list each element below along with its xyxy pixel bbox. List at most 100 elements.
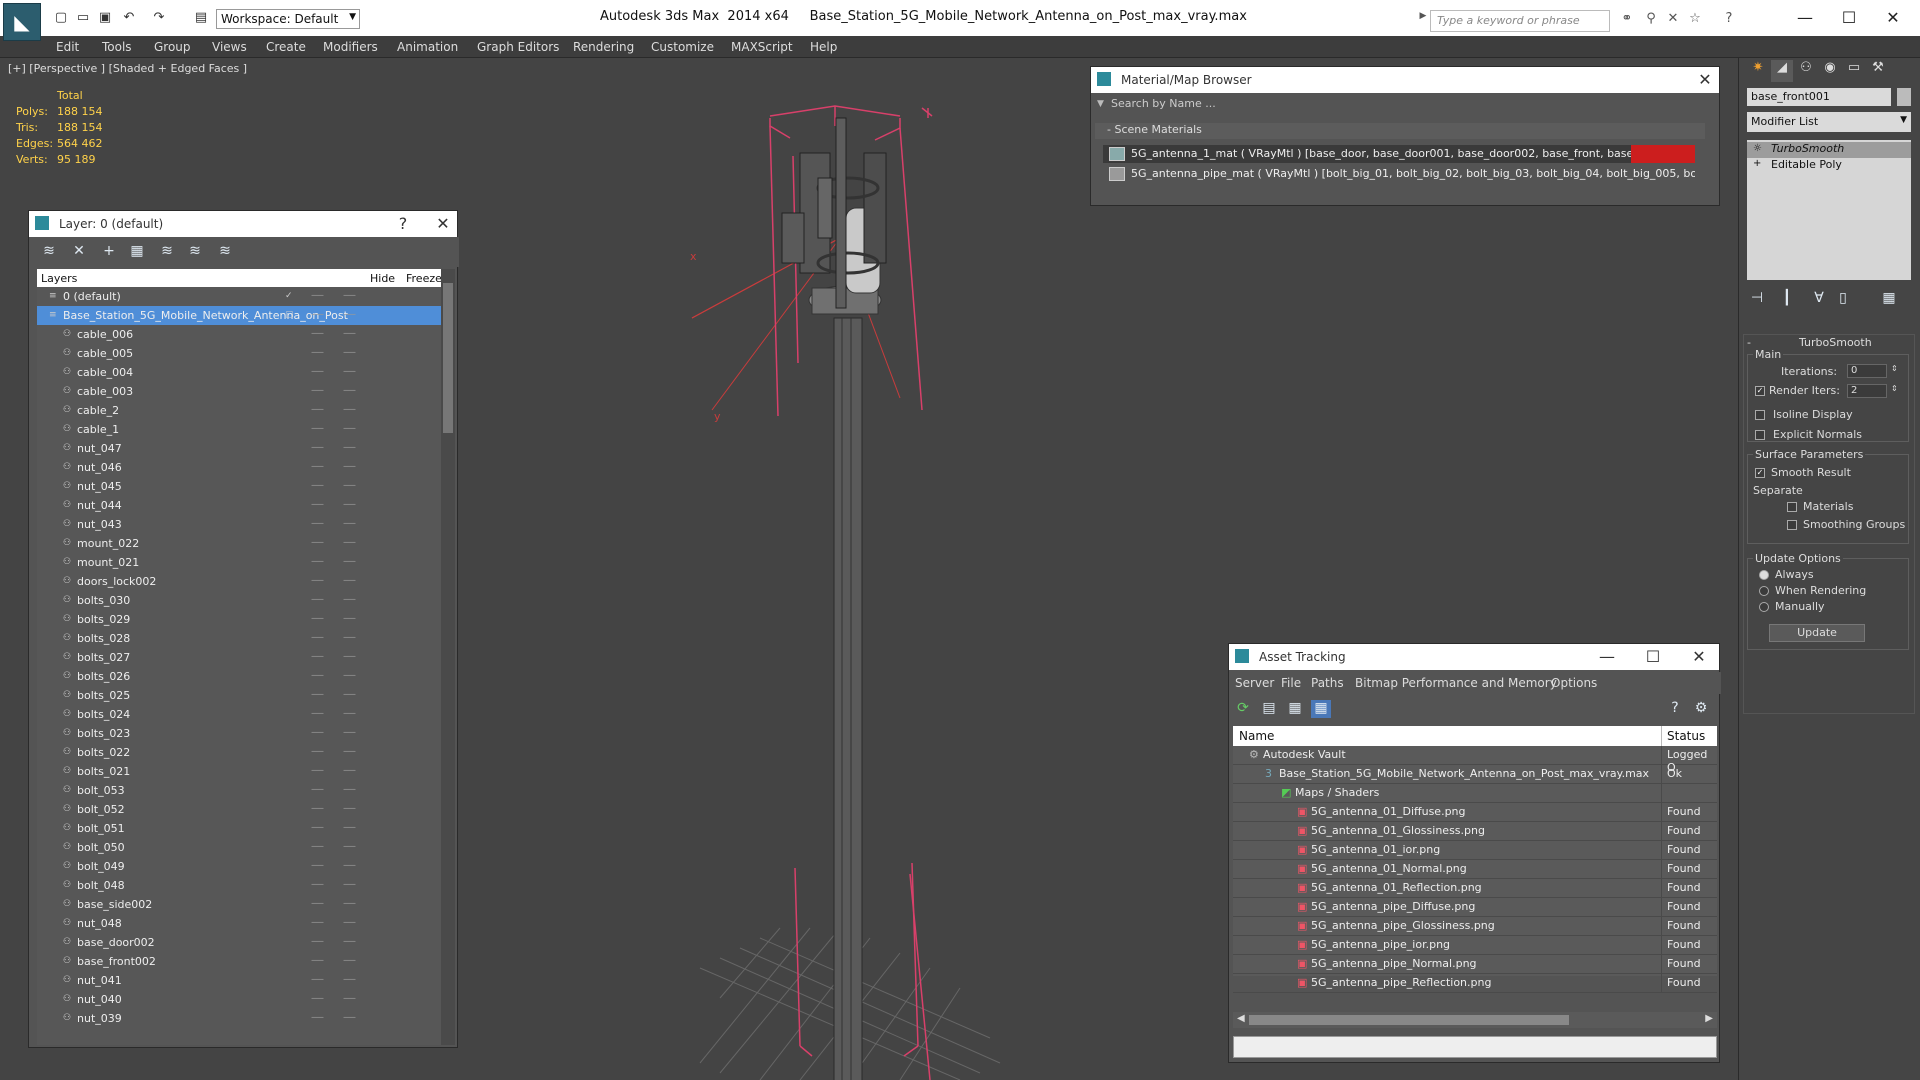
expand-icon[interactable]: + (1753, 158, 1761, 169)
create-layer-icon[interactable]: ≋ (39, 243, 59, 261)
hide-toggle[interactable]: ––– (311, 518, 324, 529)
menu-animation[interactable]: Animation (397, 40, 458, 54)
layer-row[interactable]: ⚇ bolts_024 ––– ––– (37, 705, 441, 724)
menu-customize[interactable]: Customize (651, 40, 714, 54)
menu-edit[interactable]: Edit (56, 40, 79, 54)
close-icon[interactable]: ✕ (1695, 70, 1715, 90)
add-to-layer-icon[interactable]: + (99, 243, 119, 261)
menu-file[interactable]: File (1281, 676, 1301, 690)
minimize-window-icon[interactable]: — (1782, 4, 1828, 32)
hide-toggle[interactable]: ––– (311, 727, 324, 738)
layer-row[interactable]: ⚇ base_door002 ––– ––– (37, 933, 441, 952)
layer-row[interactable]: ⚇ nut_045 ––– ––– (37, 477, 441, 496)
hide-all-layers-icon[interactable]: ≋ (185, 243, 205, 261)
asset-tracking-titlebar[interactable]: Asset Tracking — ☐ ✕ (1229, 644, 1719, 670)
set-current-layer-icon[interactable]: ▢ (285, 310, 295, 320)
undo-icon[interactable]: ↶ (120, 9, 138, 27)
hide-toggle[interactable]: ––– (311, 613, 324, 624)
asset-row[interactable]: ▣ 5G_antenna_pipe_ior.png Found (1233, 936, 1717, 955)
hide-toggle[interactable]: ––– (311, 841, 324, 852)
layer-row[interactable]: ⚇ bolts_030 ––– ––– (37, 591, 441, 610)
freeze-toggle[interactable]: ––– (343, 860, 356, 871)
hide-toggle[interactable]: ––– (311, 594, 324, 605)
freeze-toggle[interactable]: ––– (343, 594, 356, 605)
hide-toggle[interactable]: ––– (311, 290, 324, 301)
freeze-toggle[interactable]: ––– (343, 784, 356, 795)
asset-path-field[interactable] (1233, 1036, 1717, 1058)
hide-toggle[interactable]: ––– (311, 860, 324, 871)
layer-row[interactable]: ⚇ mount_021 ––– ––– (37, 553, 441, 572)
freeze-toggle[interactable]: ––– (343, 556, 356, 567)
freeze-toggle[interactable]: ––– (343, 385, 356, 396)
hide-toggle[interactable]: ––– (311, 556, 324, 567)
freeze-toggle[interactable]: ––– (343, 366, 356, 377)
open-file-icon[interactable]: ▭ (74, 9, 92, 27)
freeze-toggle[interactable]: ––– (343, 309, 356, 320)
delete-layer-icon[interactable]: ✕ (69, 243, 89, 261)
asset-row[interactable]: ▣ 5G_antenna_pipe_Glossiness.png Found (1233, 917, 1717, 936)
freeze-toggle[interactable]: ––– (343, 803, 356, 814)
collapse-icon[interactable]: - (1747, 336, 1751, 349)
spinner-arrows-icon[interactable]: ⇕ (1891, 384, 1898, 393)
freeze-toggle[interactable]: ––– (343, 841, 356, 852)
show-end-result-icon[interactable]: ┃ (1777, 290, 1797, 308)
hide-toggle[interactable]: ––– (311, 461, 324, 472)
freeze-toggle[interactable]: ––– (343, 917, 356, 928)
browser-options-icon[interactable]: ▼ (1097, 99, 1104, 109)
layer-row[interactable]: ⚇ bolts_022 ––– ––– (37, 743, 441, 762)
explicit-normals-checkbox[interactable] (1755, 430, 1765, 440)
binoculars-icon[interactable]: ⚭ (1618, 11, 1636, 29)
hide-toggle[interactable]: ––– (311, 651, 324, 662)
freeze-toggle[interactable]: ––– (343, 651, 356, 662)
object-name-field[interactable]: base_front001 (1747, 88, 1891, 106)
asset-row[interactable]: ▣ 5G_antenna_pipe_Normal.png Found (1233, 955, 1717, 974)
hide-toggle[interactable]: ––– (311, 404, 324, 415)
layer-row[interactable]: ⚇ nut_041 ––– ––– (37, 971, 441, 990)
layer-vertical-scrollbar[interactable] (441, 269, 455, 1045)
layer-row[interactable]: ⚇ cable_2 ––– ––– (37, 401, 441, 420)
rollout-title[interactable]: TurboSmooth (1799, 336, 1872, 349)
scroll-thumb[interactable] (443, 283, 453, 433)
layer-row[interactable]: ⚇ bolt_049 ––– ––– (37, 857, 441, 876)
layer-row[interactable]: ⚇ base_front002 ––– ––– (37, 952, 441, 971)
freeze-toggle[interactable]: ––– (343, 879, 356, 890)
column-layers[interactable]: Layers (41, 272, 77, 285)
update-always-radio[interactable] (1759, 570, 1769, 580)
freeze-toggle[interactable]: ––– (343, 632, 356, 643)
material-browser-titlebar[interactable]: Material/Map Browser ✕ (1091, 67, 1719, 93)
freeze-toggle[interactable]: ––– (343, 993, 356, 1004)
layer-row[interactable]: ⚇ bolt_052 ––– ––– (37, 800, 441, 819)
freeze-toggle[interactable]: ––– (343, 727, 356, 738)
display-tab-icon[interactable]: ▭ (1843, 60, 1865, 82)
modifier-list-dropdown[interactable]: Modifier List ▼ (1747, 112, 1911, 132)
maximize-icon[interactable]: ☐ (1643, 647, 1663, 667)
freeze-toggle[interactable]: ––– (343, 670, 356, 681)
hide-toggle[interactable]: ––– (311, 575, 324, 586)
current-layer-check-icon[interactable]: ✓ (285, 291, 295, 301)
menu-create[interactable]: Create (266, 40, 306, 54)
app-logo-icon[interactable]: ◣ (3, 3, 41, 41)
configure-sets-icon[interactable]: ▦ (1879, 290, 1899, 308)
asset-row[interactable]: ▣ 5G_antenna_pipe_Diffuse.png Found (1233, 898, 1717, 917)
freeze-toggle[interactable]: ––– (343, 328, 356, 339)
hide-toggle[interactable]: ––– (311, 423, 324, 434)
freeze-toggle[interactable]: ––– (343, 955, 356, 966)
layer-row[interactable]: ⚇ bolts_021 ––– ––– (37, 762, 441, 781)
hide-toggle[interactable]: ––– (311, 898, 324, 909)
make-unique-icon[interactable]: ∀ (1809, 290, 1829, 308)
hide-toggle[interactable]: ––– (311, 347, 324, 358)
layer-row[interactable]: ⚇ nut_047 ––– ––– (37, 439, 441, 458)
menu-server[interactable]: Server (1235, 676, 1274, 690)
column-status[interactable]: Status (1667, 729, 1705, 743)
menu-group[interactable]: Group (154, 40, 191, 54)
layer-row[interactable]: ⚇ nut_046 ––– ––– (37, 458, 441, 477)
freeze-toggle[interactable]: ––– (343, 575, 356, 586)
freeze-toggle[interactable]: ––– (343, 1012, 356, 1023)
layer-row[interactable]: ⚇ nut_043 ––– ––– (37, 515, 441, 534)
layer-row[interactable]: ⚇ bolts_028 ––– ––– (37, 629, 441, 648)
column-hide[interactable]: Hide (370, 272, 395, 285)
hide-toggle[interactable]: ––– (311, 746, 324, 757)
table-view-icon[interactable]: ▦ (1311, 700, 1331, 718)
menu-maxscript[interactable]: MAXScript (731, 40, 793, 54)
freeze-toggle[interactable]: ––– (343, 974, 356, 985)
